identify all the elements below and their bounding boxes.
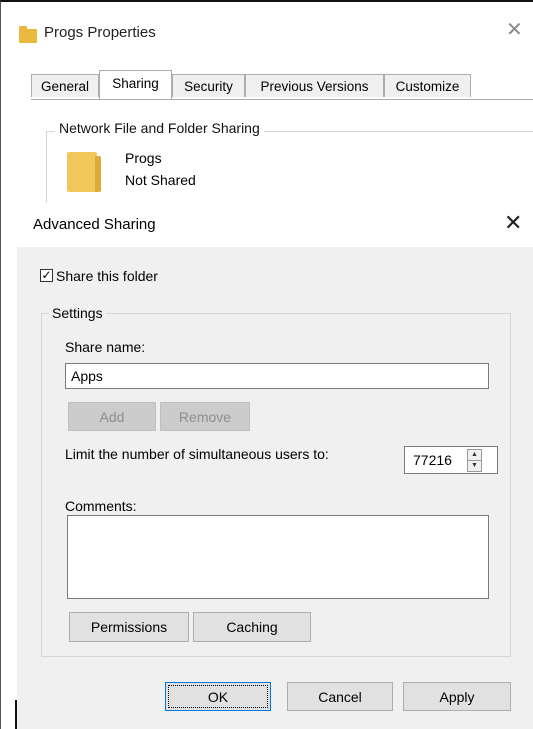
share-folder-label[interactable]: Share this folder: [56, 268, 158, 284]
user-limit-label: Limit the number of simultaneous users t…: [65, 446, 329, 462]
apply-button[interactable]: Apply: [403, 682, 511, 711]
user-limit-stepper[interactable]: 77216 ▲ ▼: [404, 446, 498, 474]
cancel-button[interactable]: Cancel: [287, 682, 393, 711]
share-status: Not Shared: [125, 172, 196, 188]
add-button[interactable]: Add: [68, 402, 156, 431]
folder-name: Progs: [125, 150, 162, 166]
close-icon[interactable]: ✕: [504, 209, 522, 237]
window-edge: [15, 700, 17, 729]
share-name-label: Share name:: [65, 339, 146, 355]
share-folder-checkbox[interactable]: ✓: [40, 269, 53, 282]
advanced-sharing-dialog: Advanced Sharing ✕ ✓ Share this folder S…: [17, 203, 533, 729]
folder-icon: [19, 26, 37, 43]
caching-button[interactable]: Caching: [193, 612, 311, 642]
close-icon[interactable]: ✕: [506, 18, 523, 42]
tab-sharing[interactable]: Sharing: [99, 70, 172, 99]
share-name-input[interactable]: [65, 363, 489, 389]
tab-security[interactable]: Security: [172, 74, 245, 97]
dialog-title: Advanced Sharing: [33, 216, 156, 233]
remove-button[interactable]: Remove: [160, 402, 250, 431]
chevron-down-icon[interactable]: ▼: [467, 460, 482, 472]
user-limit-value[interactable]: 77216: [413, 452, 452, 468]
window-title: Progs Properties: [44, 24, 156, 41]
comments-field[interactable]: [67, 515, 489, 599]
tab-previous-versions[interactable]: Previous Versions: [245, 74, 384, 97]
permissions-button[interactable]: Permissions: [69, 612, 189, 642]
settings-label: Settings: [49, 305, 106, 321]
tab-general[interactable]: General: [31, 74, 99, 97]
ok-button[interactable]: OK: [165, 682, 271, 711]
group-label: Network File and Folder Sharing: [55, 120, 264, 136]
folder-icon: [67, 152, 101, 192]
tab-panel-border: [31, 99, 533, 100]
tab-customize[interactable]: Customize: [384, 74, 471, 97]
comments-label: Comments:: [65, 498, 137, 514]
